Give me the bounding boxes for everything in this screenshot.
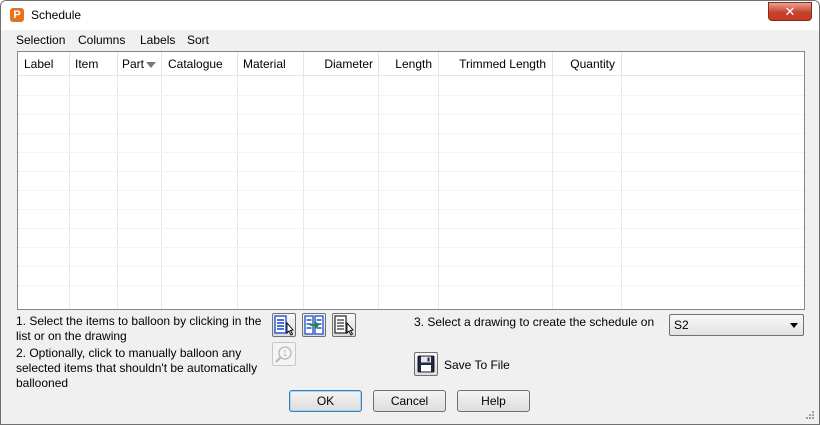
instruction-step2-line3: ballooned: [16, 376, 69, 390]
menu-sort[interactable]: Sort: [187, 33, 209, 47]
empty-row-line: [18, 152, 804, 153]
floppy-disk-icon: [417, 355, 435, 373]
menu-columns[interactable]: Columns: [78, 33, 125, 47]
drawing-select-value: S2: [674, 318, 689, 332]
svg-text:1: 1: [283, 349, 288, 358]
empty-row-line: [18, 228, 804, 229]
column-header-part[interactable]: Part: [118, 52, 162, 76]
instruction-step2-line1: 2. Optionally, click to manually balloon…: [16, 346, 242, 360]
column-header-diameter[interactable]: Diameter: [304, 52, 379, 76]
empty-row-line: [18, 114, 804, 115]
balloon-magnifier-icon: 1: [275, 346, 292, 363]
column-divider: [438, 76, 439, 309]
column-header-quantity[interactable]: Quantity: [553, 52, 622, 76]
empty-row-line: [18, 190, 804, 191]
empty-row-line: [18, 209, 804, 210]
empty-row-line: [18, 285, 804, 286]
column-divider: [552, 76, 553, 309]
empty-row-line: [18, 266, 804, 267]
empty-row-line: [18, 171, 804, 172]
menu-labels[interactable]: Labels: [140, 33, 175, 47]
column-divider: [237, 76, 238, 309]
app-logo-icon: P: [10, 8, 24, 22]
column-header-text: Part: [122, 57, 145, 71]
empty-row-line: [18, 133, 804, 134]
schedule-table[interactable]: Label Item Part Catalogue Material Diame…: [17, 51, 805, 310]
column-header-length[interactable]: Length: [379, 52, 439, 76]
column-header-item[interactable]: Item: [70, 52, 118, 76]
instruction-step2-line2: selected items that shouldn't be automat…: [16, 361, 258, 375]
select-all-button[interactable]: [302, 313, 326, 337]
column-header-trimmed-length[interactable]: Trimmed Length: [439, 52, 553, 76]
deselect-list-icon: [334, 315, 354, 336]
column-header-text: Catalogue: [168, 57, 223, 71]
sort-descending-icon: [146, 61, 157, 68]
cancel-button[interactable]: Cancel: [373, 390, 446, 412]
ok-button[interactable]: OK: [289, 390, 362, 412]
drawing-select[interactable]: S2: [669, 314, 804, 336]
column-header-text: Quantity: [570, 57, 615, 71]
schedule-dialog: P Schedule ✕ Selection Columns Labels So…: [0, 0, 820, 425]
help-button[interactable]: Help: [457, 390, 530, 412]
title-bar: P Schedule ✕: [1, 1, 819, 30]
column-header-label[interactable]: Label: [18, 52, 70, 76]
window-title: Schedule: [31, 8, 82, 22]
menu-selection[interactable]: Selection: [16, 33, 65, 47]
save-to-file-label[interactable]: Save To File: [444, 358, 510, 372]
save-to-file-button[interactable]: [414, 352, 438, 376]
column-divider: [378, 76, 379, 309]
instruction-step1-line2: list or on the drawing: [16, 329, 127, 343]
column-header-catalogue[interactable]: Catalogue: [162, 52, 238, 76]
close-button[interactable]: ✕: [768, 2, 812, 21]
column-header-text: Length: [395, 57, 432, 71]
table-header: Label Item Part Catalogue Material Diame…: [18, 52, 804, 76]
resize-grip-icon[interactable]: [805, 410, 815, 420]
column-divider: [621, 76, 622, 309]
chevron-down-icon: [790, 323, 798, 328]
column-divider: [69, 76, 70, 309]
deselect-items-button[interactable]: [332, 313, 356, 337]
column-header-text: Label: [24, 57, 54, 71]
column-divider: [303, 76, 304, 309]
select-list-icon: [274, 315, 294, 336]
column-header-text: Trimmed Length: [459, 57, 546, 71]
manual-balloon-button[interactable]: 1: [272, 342, 296, 366]
select-items-button[interactable]: [272, 313, 296, 337]
empty-row-line: [18, 95, 804, 96]
empty-row-line: [18, 247, 804, 248]
column-header-text: Material: [243, 57, 286, 71]
instruction-step1-line1: 1. Select the items to balloon by clicki…: [16, 314, 262, 328]
column-header-material[interactable]: Material: [238, 52, 304, 76]
column-header-text: Item: [75, 57, 99, 71]
instruction-step3: 3. Select a drawing to create the schedu…: [414, 315, 655, 329]
column-divider: [117, 76, 118, 309]
column-divider: [161, 76, 162, 309]
select-all-list-icon: [304, 315, 324, 335]
column-header-text: Diameter: [324, 57, 373, 71]
